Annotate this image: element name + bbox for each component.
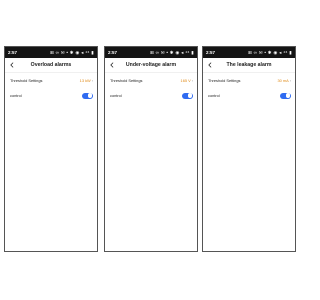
control-label: control: [110, 93, 122, 98]
threshold-value: 30 mA: [277, 78, 289, 83]
control-toggle[interactable]: [182, 92, 193, 99]
page-title: The leakage alarm: [226, 62, 272, 68]
control-row: control: [105, 88, 197, 103]
page-title: Overload alarms: [30, 62, 72, 68]
threshold-settings-row[interactable]: Threshold Settings 13 kW›: [5, 73, 97, 88]
chevron-left-icon[interactable]: [207, 62, 213, 68]
chevron-left-icon[interactable]: [109, 62, 115, 68]
control-toggle[interactable]: [280, 92, 291, 99]
status-time: 2:57: [8, 50, 18, 55]
threshold-settings-label: Threshold Settings: [10, 78, 43, 83]
threshold-value: 165 V: [180, 78, 191, 83]
control-row: control: [5, 88, 97, 103]
status-bar: 2:57 ⊞ ∞ ✉ • ✱ ◉ ◂ ⁴⁶ ▮: [5, 47, 97, 58]
status-icons: ⊞ ∞ ✉ • ✱ ◉ ◂ ⁴⁶ ▮: [150, 49, 194, 55]
chevron-left-icon[interactable]: [9, 62, 15, 68]
threshold-settings-row[interactable]: Threshold Settings 30 mA›: [203, 73, 295, 88]
chevron-right-icon: ›: [191, 78, 193, 83]
control-label: control: [208, 93, 220, 98]
nav-bar: Overload alarms: [5, 58, 97, 73]
screenshots-stage: 2:57 ⊞ ∞ ✉ • ✱ ◉ ◂ ⁴⁶ ▮ Overload alarms …: [0, 0, 300, 300]
status-icons: ⊞ ∞ ✉ • ✱ ◉ ◂ ⁴⁶ ▮: [248, 49, 292, 55]
toggle-knob: [187, 93, 193, 98]
status-bar: 2:57 ⊞ ∞ ✉ • ✱ ◉ ◂ ⁴⁶ ▮: [105, 47, 197, 58]
threshold-value: 13 kW: [79, 78, 91, 83]
phone-screen-leakage: 2:57 ⊞ ∞ ✉ • ✱ ◉ ◂ ⁴⁶ ▮ The leakage alar…: [202, 46, 296, 252]
status-time: 2:57: [108, 50, 118, 55]
nav-bar: The leakage alarm: [203, 58, 295, 73]
threshold-settings-row[interactable]: Threshold Settings 165 V›: [105, 73, 197, 88]
status-icons: ⊞ ∞ ✉ • ✱ ◉ ◂ ⁴⁶ ▮: [50, 49, 94, 55]
nav-bar: Under-voltage alarm: [105, 58, 197, 73]
status-time: 2:57: [206, 50, 216, 55]
control-label: control: [10, 93, 22, 98]
chevron-right-icon: ›: [289, 78, 291, 83]
control-row: control: [203, 88, 295, 103]
status-bar: 2:57 ⊞ ∞ ✉ • ✱ ◉ ◂ ⁴⁶ ▮: [203, 47, 295, 58]
phone-screen-under-voltage: 2:57 ⊞ ∞ ✉ • ✱ ◉ ◂ ⁴⁶ ▮ Under-voltage al…: [104, 46, 198, 252]
chevron-right-icon: ›: [91, 78, 93, 83]
toggle-knob: [87, 93, 93, 98]
threshold-settings-label: Threshold Settings: [208, 78, 241, 83]
control-toggle[interactable]: [82, 92, 93, 99]
phone-screen-overload: 2:57 ⊞ ∞ ✉ • ✱ ◉ ◂ ⁴⁶ ▮ Overload alarms …: [4, 46, 98, 252]
page-title: Under-voltage alarm: [125, 62, 177, 68]
toggle-knob: [285, 93, 291, 98]
threshold-settings-label: Threshold Settings: [110, 78, 143, 83]
